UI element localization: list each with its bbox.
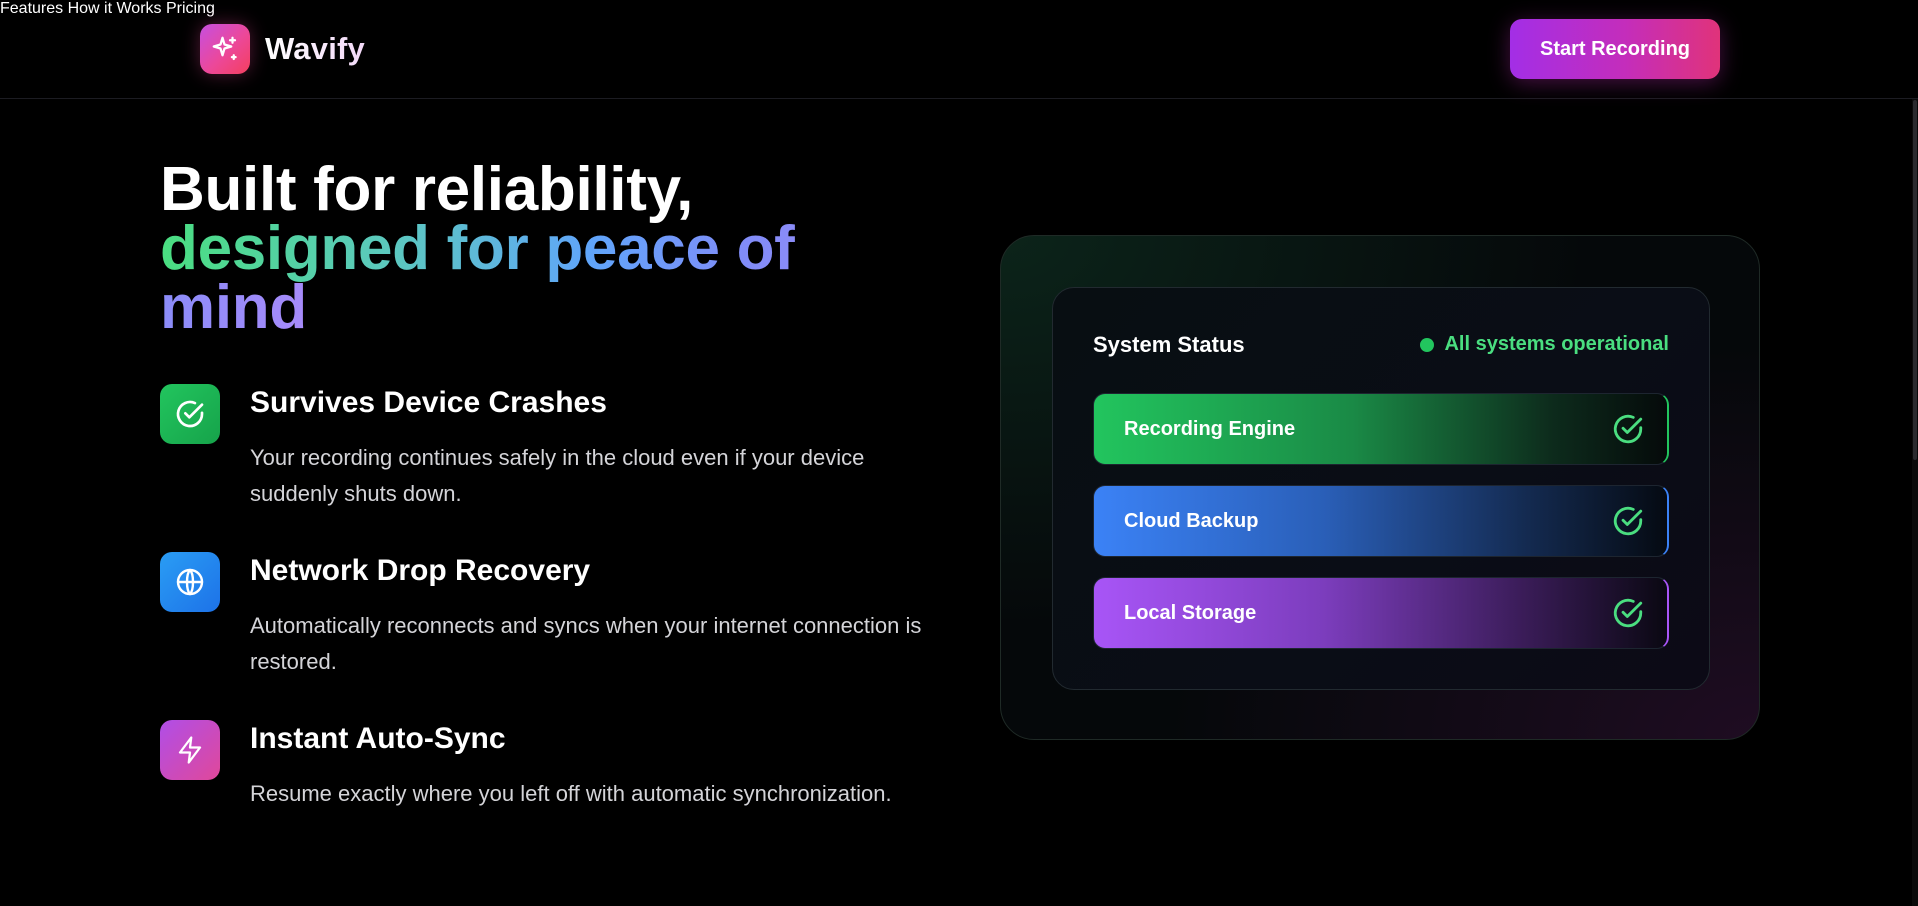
hero-title-line1: Built for reliability, <box>160 155 694 224</box>
check-circle-icon <box>160 384 220 444</box>
service-row-local-storage: Local Storage <box>1093 577 1669 649</box>
main-nav: Features How it Works Pricing <box>0 0 1918 18</box>
hero-title: Built for reliability, designed for peac… <box>160 155 920 339</box>
service-label: Cloud Backup <box>1124 509 1259 532</box>
service-label: Recording Engine <box>1124 417 1296 440</box>
scrollbar-thumb[interactable] <box>1913 100 1917 460</box>
feature-title: Survives Device Crashes <box>250 386 607 419</box>
service-row-cloud-backup: Cloud Backup <box>1093 485 1669 557</box>
feature-description: Your recording continues safely in the c… <box>250 445 865 506</box>
system-status-panel: System Status All systems operational Re… <box>1052 287 1710 690</box>
nav-link-pricing[interactable]: Pricing <box>166 0 215 17</box>
service-label: Local Storage <box>1124 601 1257 624</box>
feature-description: Automatically reconnects and syncs when … <box>250 613 922 674</box>
nav-link-features[interactable]: Features <box>0 0 63 17</box>
status-title: System Status <box>1093 332 1245 357</box>
system-status-card: System Status All systems operational Re… <box>1000 235 1760 740</box>
feature-title: Instant Auto-Sync <box>250 722 506 755</box>
brand-name: Wavify <box>265 31 365 66</box>
lightning-icon <box>160 720 220 780</box>
start-recording-button[interactable]: Start Recording <box>1510 19 1720 79</box>
status-indicator: All systems operational <box>1420 333 1669 356</box>
service-row-recording-engine: Recording Engine <box>1093 393 1669 465</box>
brand[interactable]: Wavify <box>200 24 365 74</box>
status-dot-icon <box>1420 337 1435 352</box>
globe-icon <box>160 552 220 612</box>
nav-link-how-it-works[interactable]: How it Works <box>68 0 162 17</box>
sparkle-icon <box>200 24 250 74</box>
feature-description: Resume exactly where you left off with a… <box>250 781 892 806</box>
site-header: Wavify Features How it Works Pricing Sta… <box>0 0 1918 99</box>
feature-title: Network Drop Recovery <box>250 554 591 587</box>
check-circle-icon <box>1613 506 1643 536</box>
status-text: All systems operational <box>1444 333 1669 355</box>
check-circle-icon <box>1613 414 1643 444</box>
hero-title-highlight: designed for peace of mind <box>160 214 795 342</box>
check-circle-icon <box>1613 598 1643 628</box>
